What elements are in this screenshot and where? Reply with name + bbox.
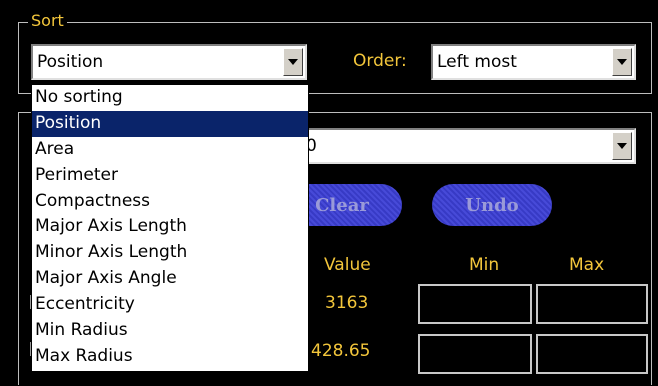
dropdown-option[interactable]: Eccentricity [32, 292, 308, 318]
dropdown-option[interactable]: Min Radius [32, 318, 308, 344]
dropdown-option[interactable]: Compactness [32, 189, 308, 215]
sort-by-dropdown-list[interactable]: No sorting Position Area Perimeter Compactne… [31, 84, 309, 372]
dropdown-option[interactable]: Major Axis Angle [32, 266, 308, 292]
row-max-input[interactable] [536, 334, 648, 374]
dropdown-option[interactable]: Major Axis Length [32, 214, 308, 240]
dropdown-option[interactable]: Max Radius [32, 344, 308, 370]
max-column-header: Max [569, 255, 605, 275]
row-value: 428.65 [311, 341, 371, 361]
sort-by-select[interactable]: Position [31, 44, 307, 80]
row-min-input[interactable] [418, 334, 532, 374]
value-column-header: Value [324, 255, 371, 275]
filter-select[interactable]: 0 [296, 128, 636, 164]
dropdown-option[interactable]: Position [32, 110, 308, 137]
dropdown-option[interactable]: Minor Axis Length [32, 240, 308, 266]
sort-by-value: Position [37, 52, 104, 72]
sort-by-dropdown-button[interactable] [283, 48, 303, 76]
order-select[interactable]: Left most [431, 44, 636, 80]
chevron-down-icon [617, 59, 627, 65]
dropdown-option[interactable]: Perimeter [32, 163, 308, 189]
dropdown-option[interactable]: No sorting [32, 85, 308, 111]
chevron-down-icon [617, 143, 627, 149]
undo-button[interactable]: Undo [432, 184, 552, 226]
filter-dropdown-button[interactable] [612, 132, 632, 160]
order-dropdown-button[interactable] [612, 48, 632, 76]
row-max-input[interactable] [536, 284, 648, 324]
row-value: 3163 [325, 293, 369, 313]
dropdown-option[interactable]: Area [32, 137, 308, 163]
row-min-input[interactable] [418, 284, 532, 324]
order-label: Order: [353, 51, 407, 71]
order-value: Left most [437, 52, 517, 72]
sort-group-title: Sort [28, 12, 67, 30]
min-column-header: Min [469, 255, 500, 275]
chevron-down-icon [288, 59, 298, 65]
